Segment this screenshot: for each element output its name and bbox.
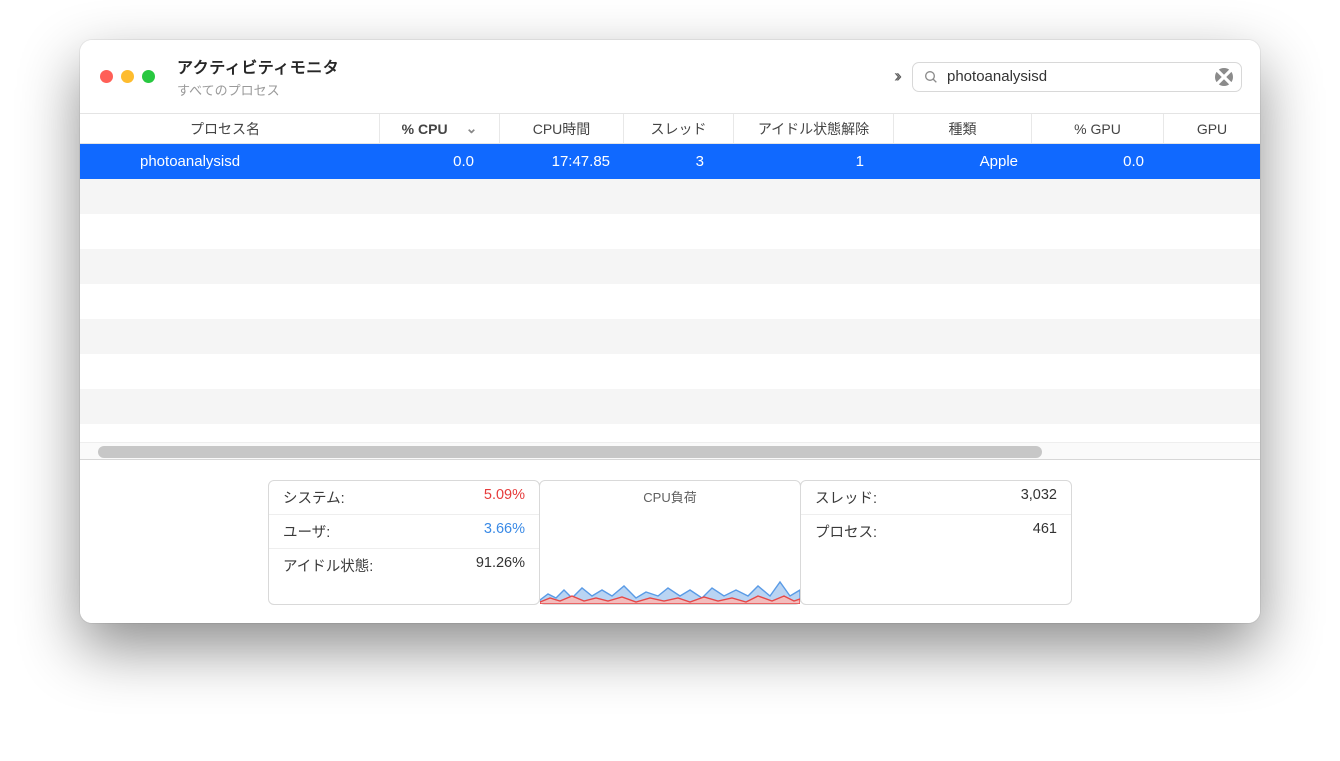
close-icon — [1216, 69, 1232, 85]
cpu-chart-icon — [540, 508, 800, 604]
cell-process-name: photoanalysisd — [80, 153, 380, 170]
cell-threads: 3 — [624, 153, 734, 170]
column-gpu-percent[interactable]: % GPU — [1032, 114, 1164, 143]
threads-label: スレッド: — [815, 487, 877, 508]
system-label: システム: — [283, 487, 345, 508]
clear-search-button[interactable] — [1215, 68, 1233, 86]
table-header: プロセス名 % CPU⌄ CPU時間 スレッド アイドル状態解除 種類 % GP… — [80, 114, 1260, 144]
cell-cpu-time: 17:47.85 — [500, 153, 624, 170]
column-idle-wakeups[interactable]: アイドル状態解除 — [734, 114, 894, 143]
sort-descending-icon: ⌄ — [466, 120, 478, 137]
minimize-button[interactable] — [121, 70, 134, 83]
cell-cpu-percent: 0.0 — [380, 153, 500, 170]
procs-label: プロセス: — [815, 521, 877, 542]
zoom-button[interactable] — [142, 70, 155, 83]
user-value: 3.66% — [484, 521, 525, 542]
cell-idle-wakeups: 1 — [734, 153, 894, 170]
cpu-load-chart: CPU負荷 — [539, 480, 801, 605]
table-row[interactable]: photoanalysisd 0.0 17:47.85 3 1 Apple 0.… — [80, 144, 1260, 179]
procs-value: 461 — [1033, 521, 1057, 542]
search-field[interactable] — [912, 62, 1242, 92]
titlebar: アクティビティモニタ すべてのプロセス ›› — [80, 40, 1260, 114]
chart-title: CPU負荷 — [540, 481, 800, 508]
idle-label: アイドル状態: — [283, 555, 373, 576]
overflow-menu-button[interactable]: ›› — [894, 66, 898, 87]
column-threads[interactable]: スレッド — [624, 114, 734, 143]
column-cpu-percent[interactable]: % CPU⌄ — [380, 114, 500, 143]
horizontal-scrollbar[interactable] — [80, 442, 1260, 460]
close-button[interactable] — [100, 70, 113, 83]
cpu-summary: システム: 5.09% ユーザ: 3.66% アイドル状態: 91.26% CPU負荷… — [80, 460, 1260, 623]
cell-kind: Apple — [894, 153, 1032, 170]
search-input[interactable] — [947, 68, 1207, 85]
column-cpu-time[interactable]: CPU時間 — [500, 114, 624, 143]
window-title: アクティビティモニタ — [177, 54, 339, 78]
table-background — [80, 144, 1260, 442]
threads-value: 3,032 — [1021, 487, 1057, 508]
search-icon — [923, 69, 939, 85]
column-process-name[interactable]: プロセス名 — [80, 114, 380, 143]
column-kind[interactable]: 種類 — [894, 114, 1032, 143]
process-table[interactable]: photoanalysisd 0.0 17:47.85 3 1 Apple 0.… — [80, 144, 1260, 442]
scrollbar-thumb[interactable] — [98, 446, 1042, 458]
cpu-load-stats: システム: 5.09% ユーザ: 3.66% アイドル状態: 91.26% — [268, 480, 540, 605]
system-value: 5.09% — [484, 487, 525, 508]
cell-gpu-percent: 0.0 — [1032, 153, 1164, 170]
user-label: ユーザ: — [283, 521, 330, 542]
idle-value: 91.26% — [476, 555, 525, 576]
column-gpu-time[interactable]: GPU — [1164, 114, 1260, 143]
window-controls — [100, 70, 155, 83]
system-stats: スレッド: 3,032 プロセス: 461 — [800, 480, 1072, 605]
activity-monitor-window: アクティビティモニタ すべてのプロセス ›› プロセス名 % CPU⌄ CPU時… — [80, 40, 1260, 623]
window-subtitle: すべてのプロセス — [177, 80, 339, 99]
